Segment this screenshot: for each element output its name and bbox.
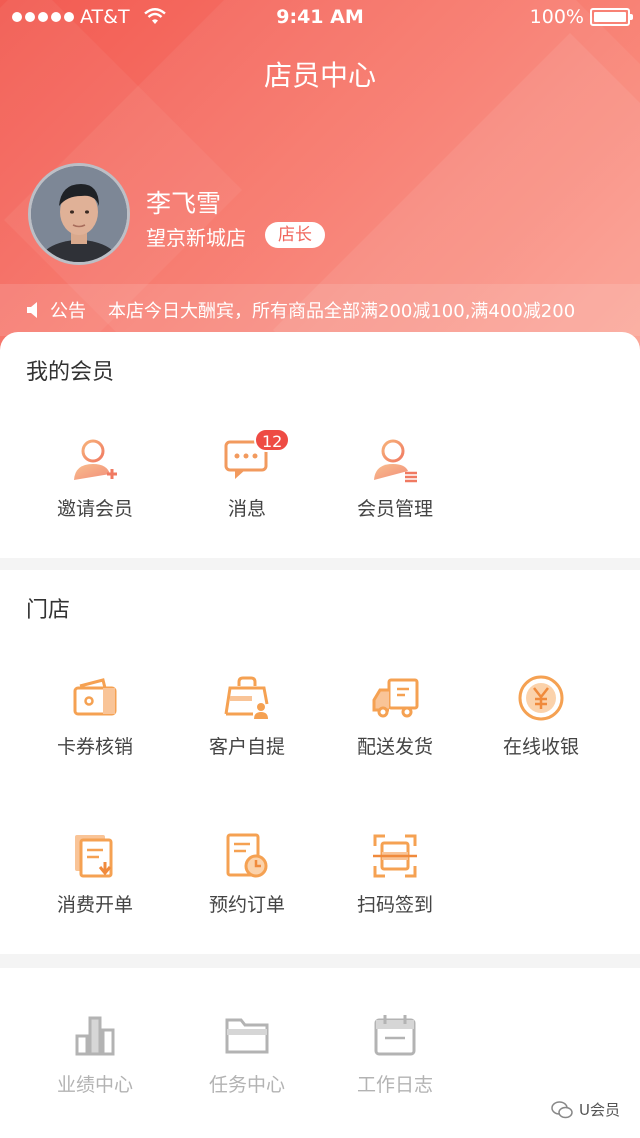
battery-status: 100% bbox=[529, 6, 633, 28]
user-name: 李飞雪 bbox=[146, 189, 222, 218]
delivery-truck-icon bbox=[372, 678, 419, 718]
scan-checkin-label: 扫码签到 bbox=[356, 894, 433, 916]
notice-label: 公告 bbox=[50, 301, 86, 322]
notice-text: 本店今日大酬宾，所有商品全部满200减100,满400减200 bbox=[108, 301, 576, 322]
bar-chart-icon bbox=[75, 1016, 115, 1056]
member-manage-button[interactable]: 会员管理 bbox=[320, 436, 470, 521]
invite-member-button[interactable]: 邀请会员 bbox=[20, 436, 170, 521]
billing-doc-icon bbox=[75, 835, 113, 878]
coupon-verify-button[interactable]: 卡券核销 bbox=[20, 674, 170, 759]
yen-coin-icon bbox=[518, 675, 564, 721]
watermark-text: U会员 bbox=[579, 1101, 620, 1119]
appointment-order-button[interactable]: 预约订单 bbox=[172, 832, 322, 917]
task-center-label: 任务中心 bbox=[208, 1074, 285, 1096]
customer-pickup-label: 客户自提 bbox=[208, 736, 285, 758]
appointment-order-label: 预约订单 bbox=[208, 894, 285, 916]
customer-pickup-button[interactable]: 客户自提 bbox=[172, 674, 322, 759]
coupon-verify-label: 卡券核销 bbox=[56, 736, 133, 758]
customer-pickup-icon bbox=[224, 676, 269, 719]
billing-button[interactable]: 消费开单 bbox=[20, 832, 170, 917]
section-title-members: 我的会员 bbox=[26, 360, 115, 385]
work-log-label: 工作日志 bbox=[356, 1074, 433, 1096]
coupon-verify-icon bbox=[73, 678, 117, 716]
delivery-button[interactable]: 配送发货 bbox=[320, 674, 470, 759]
work-log-button[interactable]: 工作日志 bbox=[320, 1012, 470, 1097]
invite-member-icon bbox=[74, 439, 117, 480]
message-count-badge: 12 bbox=[254, 428, 291, 452]
battery-percent: 100% bbox=[529, 6, 584, 28]
role-badge: 店长 bbox=[265, 222, 325, 248]
calendar-icon bbox=[374, 1015, 416, 1056]
work-section: 业绩中心 任务中心 工作日志 U会员 bbox=[0, 968, 640, 1138]
wechat-icon bbox=[551, 1100, 573, 1118]
members-section: 我的会员 邀请会员 消息 会员管理 bbox=[0, 332, 640, 558]
performance-center-label: 业绩中心 bbox=[56, 1074, 133, 1096]
performance-center-button[interactable]: 业绩中心 bbox=[20, 1012, 170, 1097]
notice-bar[interactable]: 公告 本店今日大酬宾，所有商品全部满200减100,满400减200 bbox=[0, 284, 640, 336]
page-title: 店员中心 bbox=[263, 59, 376, 92]
scan-qr-icon bbox=[373, 834, 417, 878]
section-title-store: 门店 bbox=[26, 598, 71, 623]
avatar-image bbox=[31, 166, 127, 262]
online-cashier-label: 在线收银 bbox=[502, 736, 579, 758]
store-name: 望京新城店 bbox=[146, 226, 246, 250]
message-label: 消息 bbox=[227, 498, 266, 520]
scan-checkin-button[interactable]: 扫码签到 bbox=[320, 832, 470, 917]
watermark: U会员 bbox=[551, 1099, 620, 1120]
member-manage-icon bbox=[374, 439, 417, 483]
invite-member-label: 邀请会员 bbox=[56, 498, 133, 520]
billing-label: 消费开单 bbox=[56, 894, 133, 916]
folder-icon bbox=[225, 1018, 269, 1054]
speaker-icon bbox=[27, 302, 37, 318]
appointment-order-icon bbox=[226, 833, 268, 878]
message-button[interactable]: 消息 bbox=[172, 436, 322, 521]
avatar[interactable] bbox=[28, 163, 130, 265]
status-bar: AT&T 9:41 AM 100% bbox=[0, 0, 640, 36]
delivery-label: 配送发货 bbox=[356, 736, 433, 758]
battery-icon bbox=[590, 8, 633, 26]
store-section: 门店 卡券核销 客户自提 配送发货 在线收银 消费开单 预约订单 扫码签到 bbox=[0, 570, 640, 954]
online-cashier-button[interactable]: 在线收银 bbox=[466, 674, 616, 759]
member-manage-label: 会员管理 bbox=[356, 498, 433, 520]
header-banner: AT&T 9:41 AM 100% 店员中心 李飞雪 望京新城店 店长 公告 本… bbox=[0, 0, 640, 360]
task-center-button[interactable]: 任务中心 bbox=[172, 1012, 322, 1097]
